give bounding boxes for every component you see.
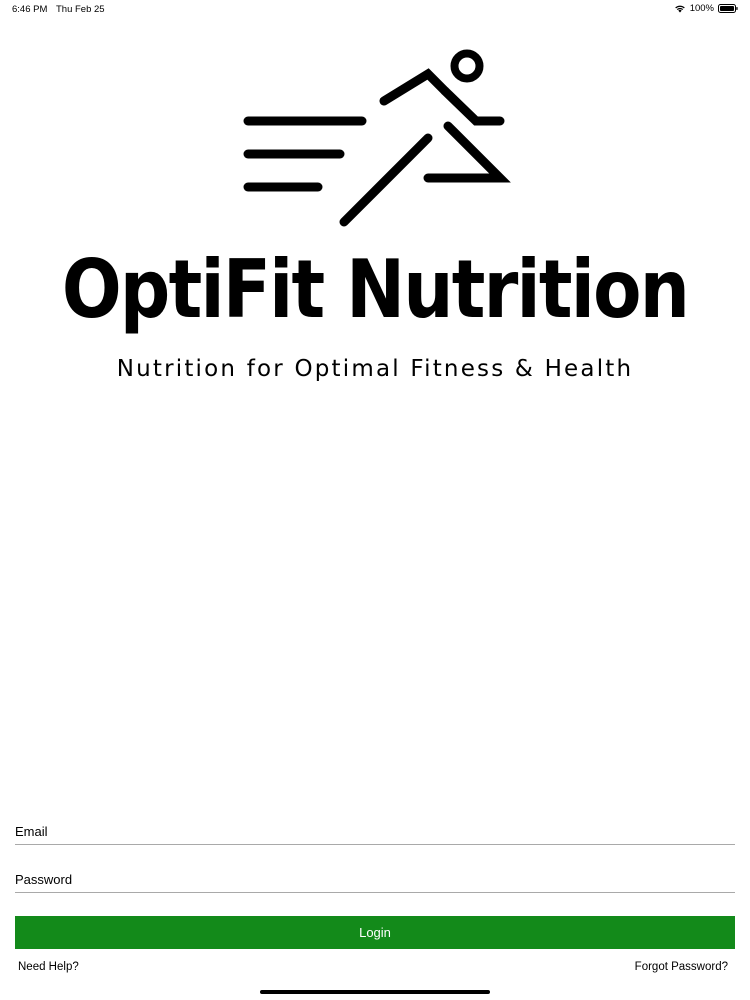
login-button[interactable]: Login (15, 916, 735, 949)
need-help-link[interactable]: Need Help? (18, 961, 79, 973)
login-screen: 6:46 PM Thu Feb 25 100% OptiFit Nutritio… (0, 0, 750, 1000)
status-indicators: 100% (674, 3, 738, 14)
forgot-password-link[interactable]: Forgot Password? (635, 961, 728, 973)
running-person-icon (243, 49, 511, 227)
brand-name: OptiFit Nutrition (61, 243, 690, 336)
battery-percent: 100% (689, 3, 714, 14)
email-field-container (15, 814, 735, 845)
password-field-container (15, 862, 735, 893)
password-input[interactable] (15, 870, 735, 888)
wifi-icon (674, 5, 685, 13)
brand-tagline: Nutrition for Optimal Fitness & Health (116, 356, 634, 382)
home-indicator[interactable] (260, 990, 490, 994)
battery-icon (718, 4, 738, 13)
status-date: Thu Feb 25 (56, 4, 105, 15)
status-bar: 6:46 PM Thu Feb 25 100% (0, 0, 750, 18)
status-time: 6:46 PM (12, 4, 48, 15)
email-input[interactable] (15, 822, 735, 840)
